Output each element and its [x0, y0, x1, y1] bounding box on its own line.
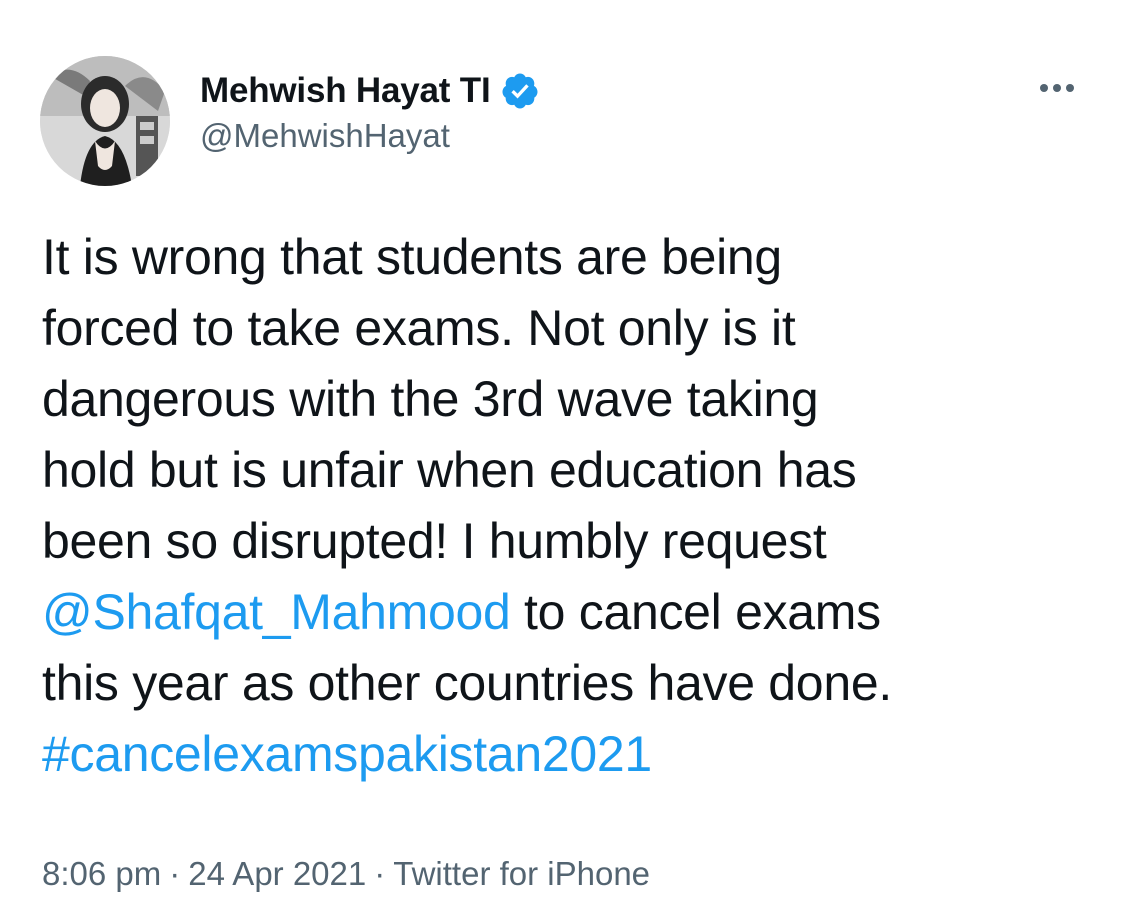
tweet-text-line-with-mention: @Shafqat_Mahmood to cancel exams [42, 577, 1102, 648]
tweet-card: Mehwish Hayat TI @MehwishHayat It is wro… [0, 0, 1124, 915]
tweet-text: It is wrong that students are being forc… [42, 222, 1102, 790]
separator: · [374, 855, 386, 892]
tweet-text-line-hashtag: #cancelexamspakistan2021 [42, 719, 1102, 790]
tweet-text-line: dangerous with the 3rd wave taking [42, 371, 819, 427]
author-name[interactable]: Mehwish Hayat TI [200, 71, 491, 111]
hashtag-link[interactable]: #cancelexamspakistan2021 [42, 726, 652, 782]
avatar[interactable] [40, 56, 170, 186]
tweet-text-line: this year as other countries have done. [42, 655, 892, 711]
tweet-text-line: hold but is unfair when education has [42, 442, 857, 498]
separator: · [169, 855, 181, 892]
more-options-icon[interactable] [1032, 76, 1082, 100]
author-handle[interactable]: @MehwishHayat [200, 117, 450, 155]
tweet-text-line: It is wrong that students are being [42, 229, 782, 285]
tweet-text-fragment: to cancel exams [510, 584, 881, 640]
author-name-row: Mehwish Hayat TI [200, 66, 540, 116]
tweet-text-line: been so disrupted! I humbly request [42, 513, 827, 569]
tweet-metadata: 8:06 pm · 24 Apr 2021 · Twitter for iPhone [42, 855, 650, 893]
tweet-text-line: forced to take exams. Not only is it [42, 300, 796, 356]
avatar-photo-icon [40, 56, 170, 186]
tweet-source[interactable]: Twitter for iPhone [393, 855, 650, 892]
tweet-date[interactable]: 24 Apr 2021 [188, 855, 366, 892]
mention-link[interactable]: @Shafqat_Mahmood [42, 584, 511, 640]
verified-badge-icon [500, 71, 540, 111]
tweet-time[interactable]: 8:06 pm [42, 855, 161, 892]
